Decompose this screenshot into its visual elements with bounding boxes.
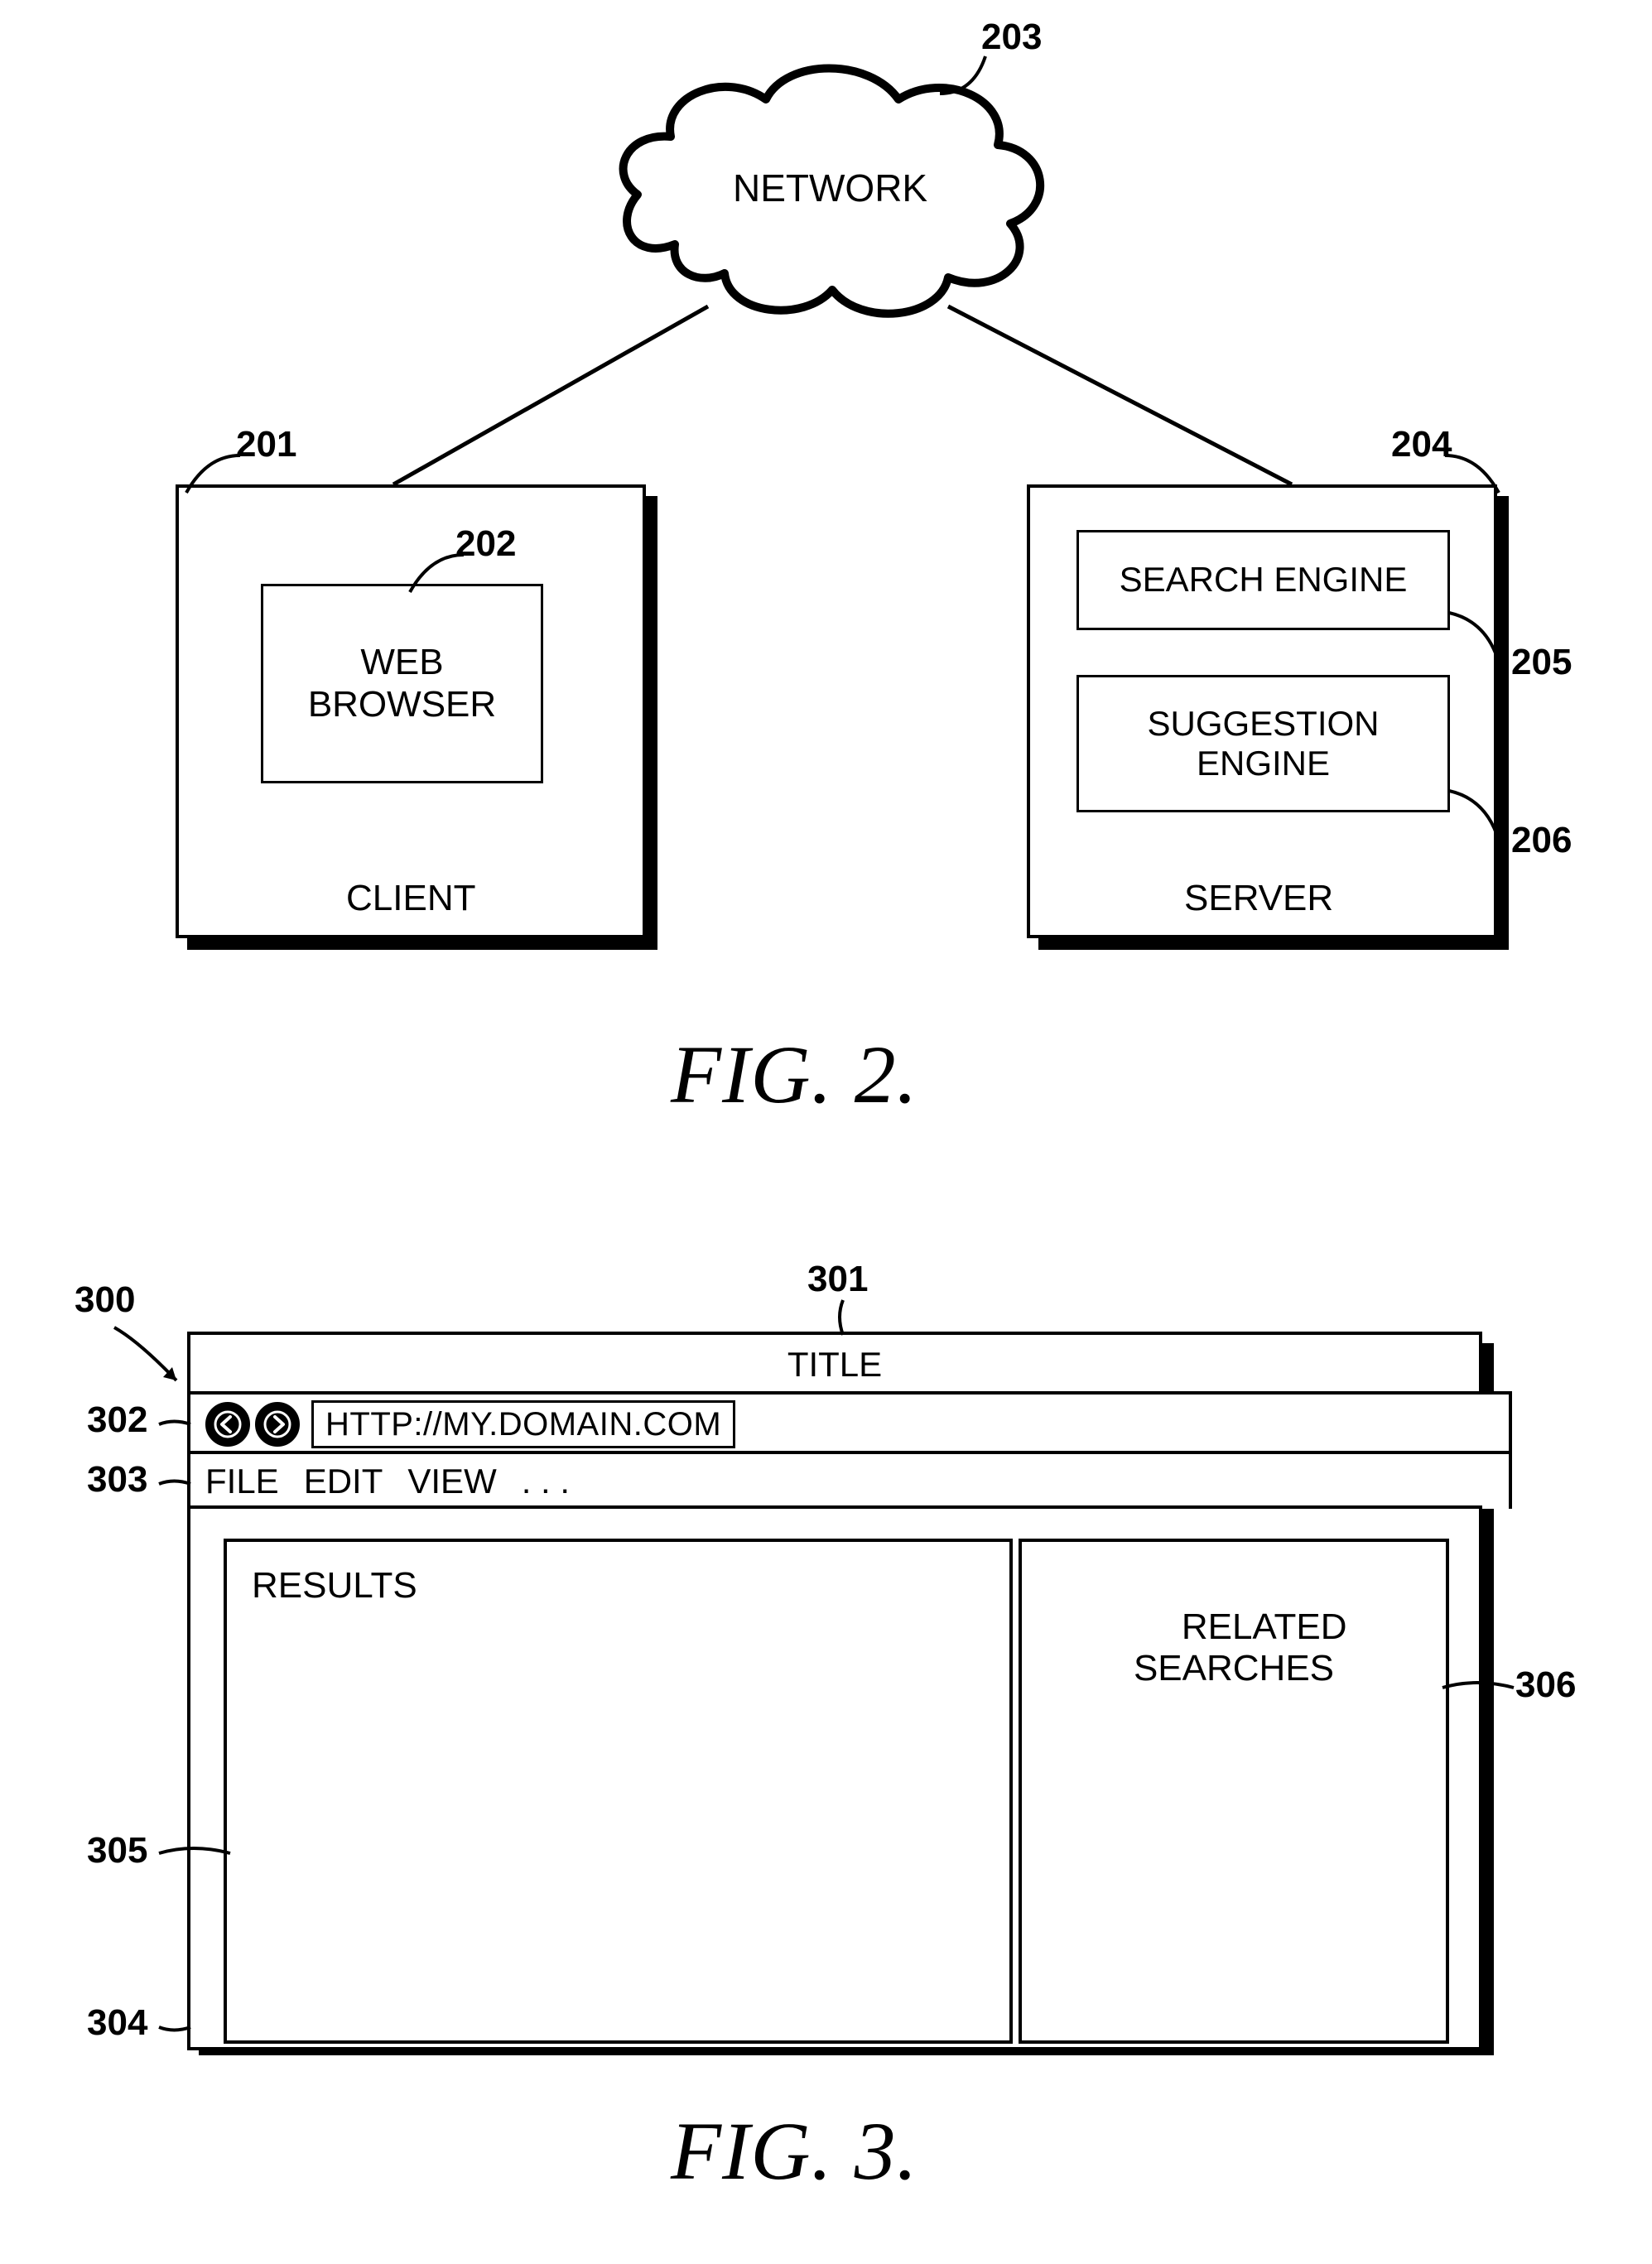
ref-301: 301: [807, 1259, 868, 1300]
leader-305: [156, 1842, 234, 1867]
leader-300: [89, 1321, 197, 1395]
menu-bar: FILE EDIT VIEW . . .: [187, 1451, 1512, 1509]
title-bar: TITLE: [187, 1332, 1482, 1395]
leader-301: [826, 1298, 860, 1340]
related-searches-pane: RELATED SEARCHES: [1019, 1539, 1449, 2044]
ref-201: 201: [236, 424, 296, 465]
menu-file[interactable]: FILE: [205, 1462, 279, 1501]
fig3-caption: FIG. 3.: [671, 2103, 918, 2199]
title-text: TITLE: [787, 1345, 882, 1385]
ref-300: 300: [75, 1279, 135, 1321]
web-browser-box: WEB BROWSER: [261, 584, 543, 783]
network-label: NETWORK: [733, 166, 927, 210]
menu-more[interactable]: . . .: [522, 1462, 570, 1501]
related-searches-label: RELATED SEARCHES: [1134, 1606, 1347, 1688]
address-bar[interactable]: HTTP://MY.DOMAIN.COM: [311, 1400, 735, 1448]
forward-button[interactable]: [255, 1402, 300, 1447]
menu-edit[interactable]: EDIT: [304, 1462, 383, 1501]
ref-204: 204: [1391, 424, 1452, 465]
address-url: HTTP://MY.DOMAIN.COM: [325, 1406, 721, 1443]
back-button[interactable]: [205, 1402, 250, 1447]
suggestion-engine-box: SUGGESTION ENGINE: [1076, 675, 1450, 812]
ref-302: 302: [87, 1399, 147, 1441]
ref-306: 306: [1515, 1664, 1576, 1706]
leader-303: [156, 1476, 197, 1492]
leader-306: [1439, 1676, 1518, 1701]
server-caption: SERVER: [1184, 878, 1333, 919]
results-pane: RESULTS: [224, 1539, 1013, 2044]
ref-303: 303: [87, 1459, 147, 1501]
content-area: RESULTS RELATED SEARCHES: [187, 1505, 1482, 2050]
ref-304: 304: [87, 2002, 147, 2044]
ref-206: 206: [1511, 820, 1572, 861]
ref-203: 203: [981, 17, 1042, 58]
toolbar-row: HTTP://MY.DOMAIN.COM: [187, 1391, 1512, 1454]
ref-305: 305: [87, 1830, 147, 1871]
fig2-caption: FIG. 2.: [671, 1027, 918, 1122]
menu-view[interactable]: VIEW: [407, 1462, 496, 1501]
leader-304: [156, 2019, 197, 2035]
results-label: RESULTS: [252, 1565, 417, 1606]
leader-302: [156, 1416, 197, 1433]
ref-205: 205: [1511, 642, 1572, 683]
ref-202: 202: [455, 523, 516, 565]
search-engine-box: SEARCH ENGINE: [1076, 530, 1450, 630]
client-caption: CLIENT: [346, 878, 475, 919]
